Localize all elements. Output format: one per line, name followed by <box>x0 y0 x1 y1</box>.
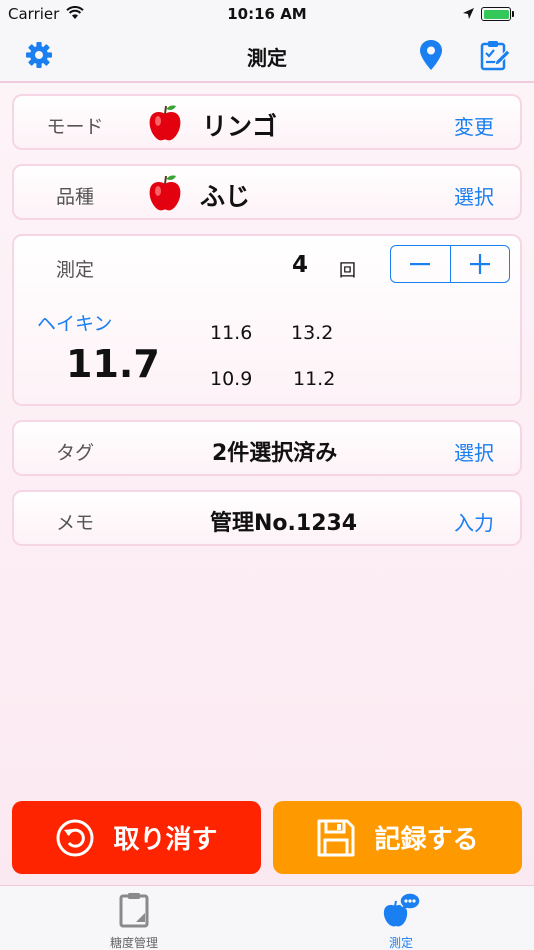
decrement-button[interactable] <box>391 246 450 282</box>
memo-label: メモ <box>55 512 94 534</box>
floppy-disk-icon <box>317 819 355 856</box>
apple-icon <box>149 105 181 141</box>
mode-value: リンゴ <box>202 112 278 141</box>
tab-bar: 糖度管理 測定 <box>0 885 534 950</box>
tab-label: 測定 <box>388 936 413 950</box>
minus-icon <box>410 263 431 266</box>
tag-value: 2件選択済み <box>212 441 338 466</box>
reading-value: 10.9 <box>210 368 253 390</box>
select-variety-button[interactable]: 選択 <box>454 181 494 210</box>
variety-label: 品種 <box>55 186 94 208</box>
input-memo-button[interactable]: 入力 <box>454 507 494 536</box>
tab-measurement[interactable]: 測定 <box>341 892 461 950</box>
save-button-label: 記録する <box>374 825 479 855</box>
variety-value: ふじ <box>200 182 251 211</box>
reading-value: 11.2 <box>293 368 336 390</box>
memo-row: メモ 管理No.1234 入力 <box>12 490 522 546</box>
cancel-button-label: 取り消す <box>113 825 218 855</box>
tag-row: タグ 2件選択済み 選択 <box>12 420 522 476</box>
variety-row: 品種 ふじ 選択 <box>12 164 522 220</box>
measurement-count-unit: 回 <box>339 261 356 281</box>
location-pin-icon[interactable] <box>418 39 444 71</box>
status-bar: Carrier 10:16 AM <box>0 0 534 28</box>
mode-row: モード リンゴ 変更 <box>12 94 522 150</box>
content-area: モード リンゴ 変更 品種 ふじ 選択 測定 4 回 ヘイキン 11.7 11.… <box>0 85 534 885</box>
measurement-count: 4 <box>292 252 309 278</box>
save-button[interactable]: 記録する <box>273 801 522 874</box>
measurement-card: 測定 4 回 ヘイキン 11.7 11.6 13.2 10.9 11.2 <box>12 234 522 406</box>
increment-button[interactable] <box>449 246 510 282</box>
select-tag-button[interactable]: 選択 <box>454 437 494 466</box>
memo-value: 管理No.1234 <box>210 511 358 536</box>
tab-sugar-management[interactable]: 糖度管理 <box>74 892 194 950</box>
apple-icon <box>149 175 181 211</box>
cancel-button[interactable]: 取り消す <box>12 801 261 874</box>
undo-icon <box>56 819 94 856</box>
battery-tip <box>512 11 514 17</box>
page-title: 測定 <box>247 46 287 70</box>
plus-icon <box>469 254 490 274</box>
clock: 10:16 AM <box>227 5 307 23</box>
reading-value: 11.6 <box>210 322 253 344</box>
reading-value: 13.2 <box>291 322 334 344</box>
clipboard-icon <box>119 893 149 928</box>
average-value: 11.7 <box>66 342 160 386</box>
tag-label: タグ <box>55 442 94 464</box>
tab-label: 糖度管理 <box>109 936 158 950</box>
location-arrow-icon <box>463 8 474 19</box>
battery-icon <box>481 7 511 21</box>
average-label: ヘイキン <box>37 313 113 335</box>
nav-bar: 測定 <box>0 28 534 83</box>
measurement-label: 測定 <box>55 259 94 281</box>
apple-chat-icon <box>383 892 421 927</box>
change-mode-button[interactable]: 変更 <box>454 111 494 140</box>
mode-label: モード <box>46 116 104 138</box>
edit-form-icon[interactable] <box>479 39 511 71</box>
count-stepper[interactable] <box>390 245 510 283</box>
